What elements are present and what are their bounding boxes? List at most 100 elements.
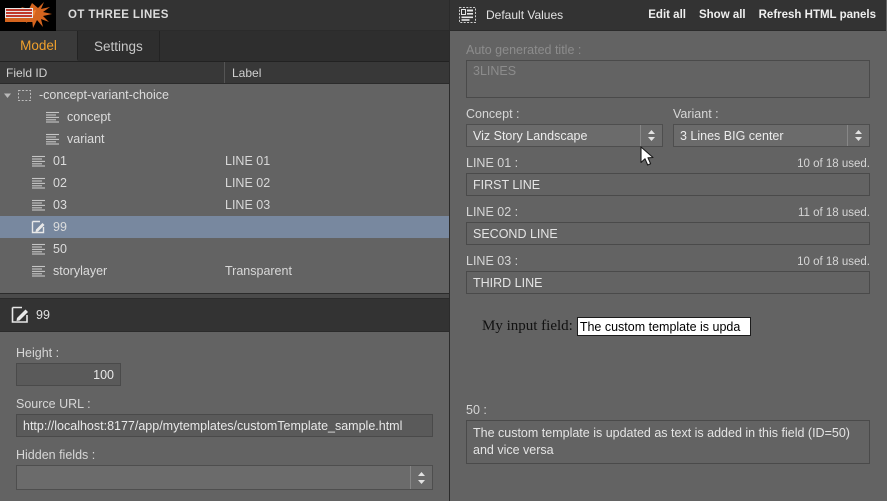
right-pane: Default Values Edit all Show all Refresh… [450,0,886,501]
application-window: OT THREE LINES Model Settings Field ID L… [0,0,887,501]
variant-group: Variant : 3 Lines BIG center [673,107,870,147]
tree-cell-id: -concept-variant-choice [0,84,225,106]
tree-row-label: LINE 01 [225,154,271,168]
text-lines-icon [42,128,62,150]
line01-input[interactable]: FIRST LINE [466,173,870,196]
variant-value: 3 Lines BIG center [680,128,784,143]
my-input-field-label: My input field: [482,318,573,335]
edit-all-button[interactable]: Edit all [648,9,686,21]
variant-label: Variant : [673,107,719,121]
line01-counter: 10 of 18 used. [797,158,870,170]
tree-cell-id: storylayer [0,260,225,282]
window-title: OT THREE LINES [68,9,169,21]
field50-label: 50 : [466,403,487,417]
tree-cell-id: 50 [0,238,225,260]
field50-input[interactable]: The custom template is updated as text i… [466,420,870,464]
tree-cell-id: concept [0,106,225,128]
tree-cell-id: 02 [0,172,225,194]
table-row[interactable]: 03 LINE 03 [0,194,449,216]
concept-value: Viz Story Landscape [473,128,588,143]
tree-row-id: concept [67,110,111,124]
show-all-button[interactable]: Show all [699,9,746,21]
variant-select[interactable]: 3 Lines BIG center [673,124,870,147]
tab-bar-filler [159,31,449,61]
refresh-html-panels-button[interactable]: Refresh HTML panels [759,9,876,21]
tab-model-label: Model [20,37,57,53]
tree-row-label: LINE 03 [225,198,271,212]
edit-pencil-icon [28,216,48,238]
line03-label: LINE 03 : [466,254,519,268]
tab-settings[interactable]: Settings [78,31,160,61]
hidden-fields-select[interactable] [16,465,433,490]
text-lines-icon [28,260,48,282]
properties-header-title: 99 [36,308,50,322]
triangle-down-icon[interactable] [0,84,14,106]
text-lines-icon [28,194,48,216]
line02-counter: 11 of 18 used. [797,207,870,219]
spinner-arrows-icon[interactable] [640,125,662,146]
line02-input[interactable]: SECOND LINE [466,222,870,245]
line03-input[interactable]: THIRD LINE [466,271,870,294]
table-row[interactable]: 50 [0,238,449,260]
concept-group: Concept : Viz Story Landscape [466,107,663,147]
table-row[interactable]: concept [0,106,449,128]
spinner-arrows-icon[interactable] [847,125,869,146]
header-actions: Edit all Show all Refresh HTML panels [648,9,880,21]
default-values-header: Default Values Edit all Show all Refresh… [450,0,886,31]
source-url-label: Source URL : [16,397,91,411]
concept-select[interactable]: Viz Story Landscape [466,124,663,147]
table-row[interactable]: 01 LINE 01 [0,150,449,172]
height-input[interactable]: 100 [16,363,121,386]
tree-row-id: 99 [53,220,67,234]
tab-settings-label: Settings [94,38,143,54]
column-header-label[interactable]: Label [225,62,449,83]
dashed-box-icon [14,84,34,106]
table-row[interactable]: storylayer Transparent [0,260,449,282]
tree-row-id: 02 [53,176,67,190]
auto-generated-title-input: 3LINES [466,60,870,98]
text-lines-icon [28,172,48,194]
table-row-selected[interactable]: 99 [0,216,449,238]
spinner-arrows-icon[interactable] [410,466,432,489]
my-input-field-input[interactable]: The custom template is upda [576,317,751,336]
default-values-body: Auto generated title : 3LINES Concept : … [450,31,886,501]
table-row[interactable]: variant [0,128,449,150]
tree-cell-id: 99 [0,216,225,238]
title-bar: OT THREE LINES [0,0,449,31]
panel-layout-icon [457,5,477,25]
height-label: Height : [16,346,60,360]
line03-label-row: LINE 03 : 10 of 18 used. [466,254,870,268]
tree-row-label: Transparent [225,264,292,278]
tree-row-id: 03 [53,198,67,212]
default-values-title: Default Values [486,8,564,22]
text-lines-icon [28,150,48,172]
column-header-field-id[interactable]: Field ID [0,62,225,83]
edit-pencil-icon [6,304,34,326]
tab-bar: Model Settings [0,31,449,62]
auto-generated-title-label: Auto generated title : [466,43,582,57]
tree-column-headers: Field ID Label [0,62,449,84]
concept-variant-row: Concept : Viz Story Landscape Variant : [466,107,870,147]
tab-model[interactable]: Model [0,31,78,61]
source-url-input[interactable]: http://localhost:8177/app/mytemplates/cu… [16,414,433,437]
text-lines-icon [42,106,62,128]
line03-counter: 10 of 18 used. [797,256,870,268]
left-pane: OT THREE LINES Model Settings Field ID L… [0,0,450,501]
table-row[interactable]: 02 LINE 02 [0,172,449,194]
text-lines-icon [28,238,48,260]
table-row[interactable]: -concept-variant-choice [0,84,449,106]
splatter-logo-icon [0,0,56,31]
field-tree[interactable]: -concept-variant-choice concept variant … [0,84,449,293]
